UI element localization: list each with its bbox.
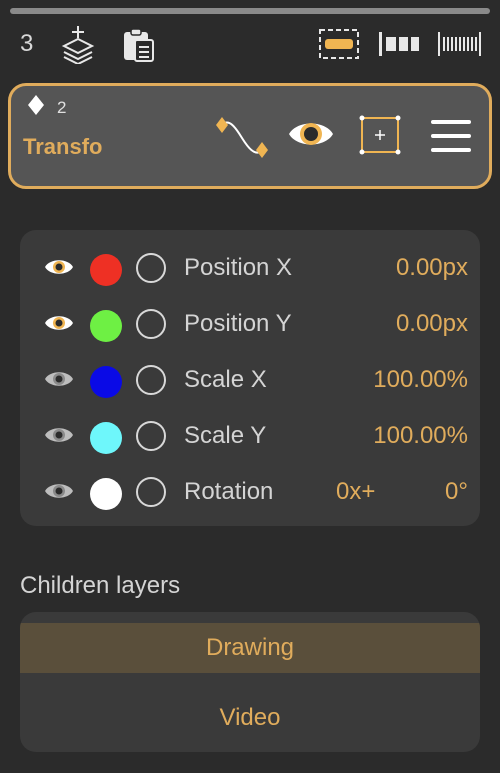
property-row-scale-y: Scale Y 100.00% bbox=[20, 409, 480, 465]
eye-icon[interactable] bbox=[44, 255, 74, 279]
children-layers-heading: Children layers bbox=[20, 572, 181, 599]
layer-card[interactable]: 2 Transfo bbox=[8, 83, 492, 189]
property-row-rotation: Rotation 0x+ 0° bbox=[20, 465, 480, 521]
property-label: Scale X bbox=[184, 366, 267, 393]
select-radio[interactable] bbox=[136, 309, 166, 339]
layer-count: 3 bbox=[20, 30, 34, 57]
child-layer-video[interactable]: Video bbox=[20, 693, 480, 743]
property-row-scale-x: Scale X 100.00% bbox=[20, 353, 480, 409]
rotation-turns-value[interactable]: 0x+ bbox=[336, 478, 375, 506]
layer-name[interactable]: Transfo bbox=[23, 134, 102, 160]
properties-panel: Position X 0.00px Position Y 0.00px Scal… bbox=[20, 230, 480, 526]
property-value[interactable]: 100.00% bbox=[373, 366, 468, 394]
select-radio[interactable] bbox=[136, 477, 166, 507]
eye-icon[interactable] bbox=[44, 479, 74, 503]
menu-icon[interactable] bbox=[431, 118, 473, 154]
property-row-position-x: Position X 0.00px bbox=[20, 241, 480, 297]
children-layers-list: Drawing Video bbox=[20, 612, 480, 752]
property-label: Position X bbox=[184, 254, 293, 281]
color-swatch[interactable] bbox=[90, 422, 122, 454]
column-view-icon[interactable] bbox=[378, 32, 422, 56]
eye-icon[interactable] bbox=[44, 311, 74, 335]
scroll-handle[interactable] bbox=[10, 8, 490, 14]
property-label: Position Y bbox=[184, 310, 292, 337]
keyframe-diamond-icon bbox=[28, 95, 44, 115]
eye-icon[interactable] bbox=[287, 116, 335, 152]
selection-rect-icon[interactable] bbox=[318, 28, 360, 60]
color-swatch[interactable] bbox=[90, 366, 122, 398]
property-value[interactable]: 0° bbox=[445, 478, 468, 506]
add-layer-icon[interactable] bbox=[60, 24, 96, 64]
select-radio[interactable] bbox=[136, 421, 166, 451]
select-radio[interactable] bbox=[136, 253, 166, 283]
keyframe-count: 2 bbox=[57, 98, 67, 117]
bounding-box-icon[interactable] bbox=[359, 115, 401, 155]
property-label: Rotation bbox=[184, 478, 274, 505]
top-toolbar: 3 bbox=[0, 22, 500, 70]
property-value[interactable]: 0.00px bbox=[396, 310, 468, 338]
child-layer-drawing[interactable]: Drawing bbox=[20, 623, 480, 673]
layer-inspector-panel: 3 2 Transfo Position X 0.00px Position Y… bbox=[0, 0, 500, 773]
color-swatch[interactable] bbox=[90, 310, 122, 342]
select-radio[interactable] bbox=[136, 365, 166, 395]
clipboard-icon[interactable] bbox=[120, 27, 156, 63]
color-swatch[interactable] bbox=[90, 254, 122, 286]
eye-icon[interactable] bbox=[44, 423, 74, 447]
color-swatch[interactable] bbox=[90, 478, 122, 510]
curve-keyframes-icon[interactable] bbox=[215, 114, 269, 162]
property-value[interactable]: 0.00px bbox=[396, 254, 468, 282]
property-value[interactable]: 100.00% bbox=[373, 422, 468, 450]
property-label: Scale Y bbox=[184, 422, 267, 449]
property-row-position-y: Position Y 0.00px bbox=[20, 297, 480, 353]
eye-icon[interactable] bbox=[44, 367, 74, 391]
timeline-ruler-icon[interactable] bbox=[437, 32, 481, 56]
